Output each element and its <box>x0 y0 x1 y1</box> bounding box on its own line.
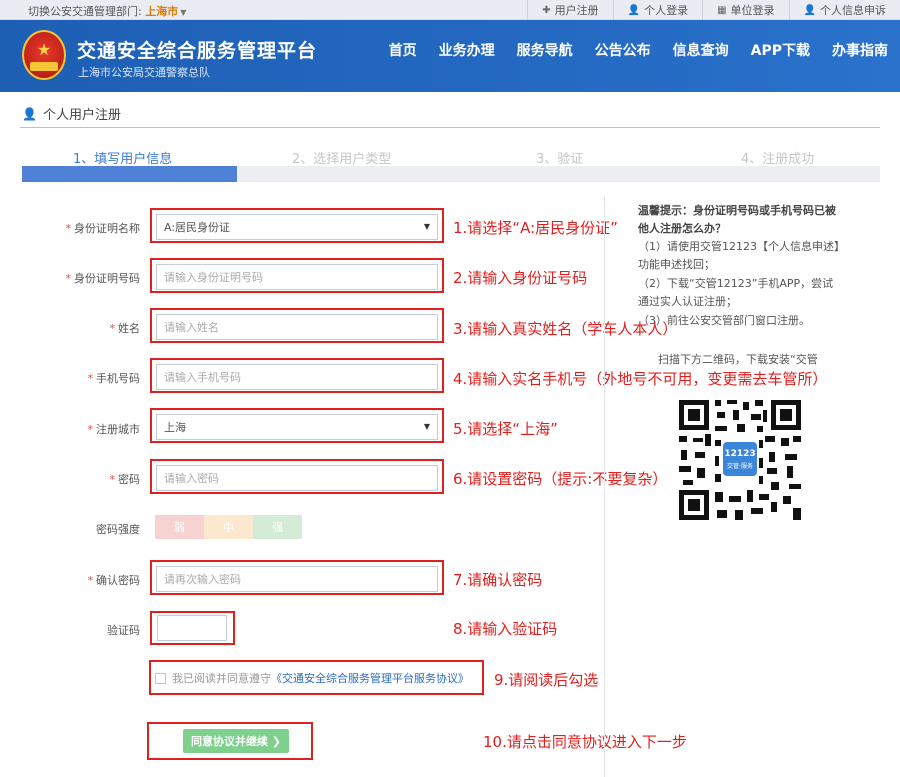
qr-logo-text: 12123 <box>724 448 756 459</box>
personal-login-label: 个人登录 <box>644 4 689 17</box>
department-city[interactable]: 上海市 <box>145 5 178 18</box>
strength-medium: 中 <box>204 515 253 539</box>
qr-logo-subtext: 交管·服务 <box>727 462 753 470</box>
tips-line-1: （1）请使用交管12123【个人信息申述】功能申述找回； <box>638 240 840 271</box>
annotation-box-3 <box>150 308 444 343</box>
nav-item-guide[interactable]: 办事指南 <box>832 40 888 60</box>
step-progress-fill <box>22 166 237 182</box>
annotation-7: 7.请确认密码 <box>453 571 543 589</box>
personal-login-link[interactable]: 👤 个人登录 <box>612 0 702 20</box>
annotation-box-4 <box>150 358 444 393</box>
tips-line-3: （3）前往公安交管部门窗口注册。 <box>638 314 810 327</box>
password-label: * 密码 <box>109 473 141 486</box>
department-switcher[interactable]: 切换公安交通管理部门: 上海市 ▼ <box>28 3 186 19</box>
step-progress-bar <box>22 166 880 182</box>
info-appeal-label: 个人信息申诉 <box>820 4 886 17</box>
name-label: * 姓名 <box>109 322 141 335</box>
site-subtitle: 上海市公安局交通警察总队 <box>78 66 210 79</box>
city-label: * 注册城市 <box>87 423 141 436</box>
strength-strong: 强 <box>253 515 302 539</box>
divider <box>20 127 880 128</box>
annotation-2: 2.请输入身份证号码 <box>453 269 588 287</box>
main-nav: 首页 业务办理 服务导航 公告公布 信息查询 APP下载 办事指南 <box>367 40 888 60</box>
annotation-8: 8.请输入验证码 <box>453 620 558 638</box>
annotation-6: 6.请设置密码（提示:不要复杂） <box>453 470 668 488</box>
tips-title: 温馨提示：身份证明号码或手机号码已被他人注册怎么办？ <box>638 204 836 235</box>
strength-weak: 弱 <box>155 515 204 539</box>
police-emblem-logo[interactable]: ★ <box>22 30 66 80</box>
nav-item-business[interactable]: 业务办理 <box>439 40 495 60</box>
building-icon: ▦ <box>717 4 727 16</box>
plus-icon: ✚ <box>542 4 551 16</box>
tips-line-2: （2）下载“交管12123”手机APP，尝试通过实人认证注册； <box>638 277 834 308</box>
info-appeal-link[interactable]: 👤 个人信息申诉 <box>788 0 900 20</box>
site-header: ★ 交通安全综合服务管理平台 上海市公安局交通警察总队 首页 业务办理 服务导航… <box>0 20 900 92</box>
top-links: ✚ 用户注册 👤 个人登录 ▦ 单位登录 👤 个人信息申诉 <box>527 0 900 20</box>
column-divider <box>604 196 605 777</box>
company-login-link[interactable]: ▦ 单位登录 <box>702 0 788 20</box>
top-bar: 切换公安交通管理部门: 上海市 ▼ ✚ 用户注册 👤 个人登录 ▦ 单位登录 👤 个人信息… <box>0 0 900 20</box>
id-type-label: * 身份证明名称 <box>65 222 141 235</box>
scan-hint: 扫描下方二维码，下载安装“交管 <box>658 353 818 366</box>
captcha-label: 验证码 <box>107 624 140 637</box>
annotation-5: 5.请选择“上海” <box>453 420 558 438</box>
user-icon: 👤 <box>803 4 816 16</box>
app-download-qr-code[interactable]: 12123 交管·服务 <box>675 396 805 524</box>
annotation-box-6 <box>150 459 444 494</box>
annotation-box-10 <box>147 722 313 760</box>
nav-item-home[interactable]: 首页 <box>389 40 417 60</box>
nav-item-info-query[interactable]: 信息查询 <box>673 40 729 60</box>
step-select-type: 2、选择用户类型 <box>292 152 392 167</box>
password-strength-meter: 弱 中 强 <box>155 515 302 539</box>
app-logo-icon: 12123 交管·服务 <box>721 440 759 478</box>
phone-label: * 手机号码 <box>87 372 141 385</box>
annotation-box-9 <box>149 660 484 695</box>
company-login-label: 单位登录 <box>730 4 775 17</box>
user-icon: 👤 <box>627 4 641 16</box>
department-label: 切换公安交通管理部门: <box>28 5 142 18</box>
nav-item-announcements[interactable]: 公告公布 <box>595 40 651 60</box>
step-fill-info: 1、填写用户信息 <box>73 152 173 167</box>
site-title[interactable]: 交通安全综合服务管理平台 <box>77 36 317 63</box>
user-register-link[interactable]: ✚ 用户注册 <box>527 0 612 20</box>
user-register-label: 用户注册 <box>554 4 599 17</box>
user-icon: 👤 <box>22 106 37 121</box>
annotation-1: 1.请选择“A:居民身份证” <box>453 219 618 237</box>
annotation-box-7 <box>150 560 444 595</box>
annotation-4: 4.请输入实名手机号（外地号不可用，变更需去车管所） <box>453 370 828 388</box>
nav-item-service-guide[interactable]: 服务导航 <box>517 40 573 60</box>
annotation-box-2 <box>150 258 444 293</box>
step-success: 4、注册成功 <box>741 152 815 167</box>
confirm-password-label: * 确认密码 <box>87 574 141 587</box>
annotation-box-8 <box>150 611 235 645</box>
caret-down-icon[interactable]: ▼ <box>180 8 186 17</box>
annotation-box-5 <box>150 408 444 443</box>
breadcrumb: 👤 个人用户注册 <box>22 104 121 124</box>
id-number-label: * 身份证明号码 <box>65 272 141 285</box>
annotation-9: 9.请阅读后勾选 <box>494 671 599 689</box>
step-verify: 3、验证 <box>536 152 584 167</box>
annotation-box-1 <box>150 208 444 243</box>
nav-item-app-download[interactable]: APP下载 <box>751 40 810 60</box>
breadcrumb-label: 个人用户注册 <box>42 108 121 123</box>
strength-label: 密码强度 <box>96 523 140 536</box>
annotation-10: 10.请点击同意协议进入下一步 <box>483 733 687 751</box>
